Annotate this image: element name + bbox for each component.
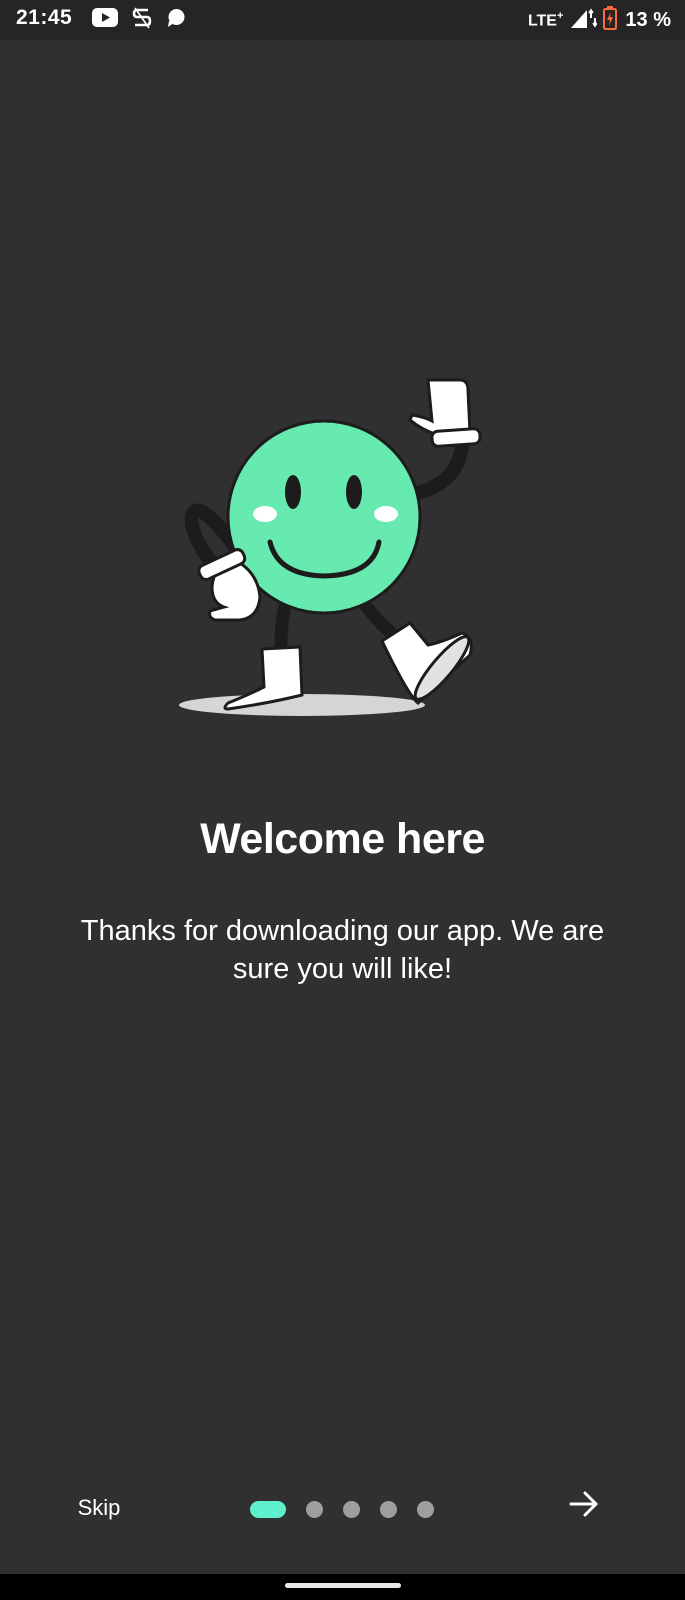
battery-icon: [603, 5, 618, 35]
waving-smiley-illustration: [179, 378, 482, 716]
onboarding-subtitle: Thanks for downloading our app. We are s…: [80, 915, 605, 985]
ground-shadow: [179, 694, 425, 716]
right-cheek: [374, 506, 398, 522]
network-type: LTE+: [528, 10, 563, 30]
left-eye: [285, 475, 301, 509]
network-type-label: LTE: [527, 12, 557, 30]
right-arm: [403, 438, 469, 502]
onboarding-title: Welcome here: [200, 815, 485, 863]
status-time: 21:45: [16, 6, 73, 29]
page-dot-3[interactable]: [343, 1500, 360, 1518]
status-bar: 21:45 LTE+ 13 %: [0, 0, 685, 40]
s-app-icon: [132, 7, 152, 34]
page-dot-5[interactable]: [417, 1500, 434, 1518]
right-eye: [346, 475, 362, 509]
network-plus: +: [556, 9, 564, 22]
left-cheek: [253, 506, 277, 522]
battery-percent: 13 %: [625, 8, 671, 31]
home-gesture-handle[interactable]: [285, 1583, 401, 1588]
skip-button[interactable]: Skip: [62, 1488, 136, 1528]
page-dot-1[interactable]: [250, 1500, 286, 1518]
chat-bubble-icon: [166, 8, 186, 33]
notification-icons: [92, 7, 186, 34]
signal-icon: [569, 7, 599, 34]
page-dot-2[interactable]: [306, 1500, 323, 1518]
status-right: LTE+ 13 %: [528, 5, 671, 35]
page-dot-4[interactable]: [380, 1500, 397, 1518]
youtube-icon: [92, 8, 118, 32]
arrow-right-icon: [568, 1490, 600, 1523]
onboarding-screen: 21:45 LTE+ 13 % Welcome here Thanks for …: [0, 0, 685, 1600]
right-glove: [408, 378, 482, 448]
system-nav-bar: [0, 1574, 685, 1600]
right-boot: [380, 621, 473, 705]
next-button[interactable]: [564, 1486, 604, 1526]
page-indicator: [250, 1500, 434, 1518]
